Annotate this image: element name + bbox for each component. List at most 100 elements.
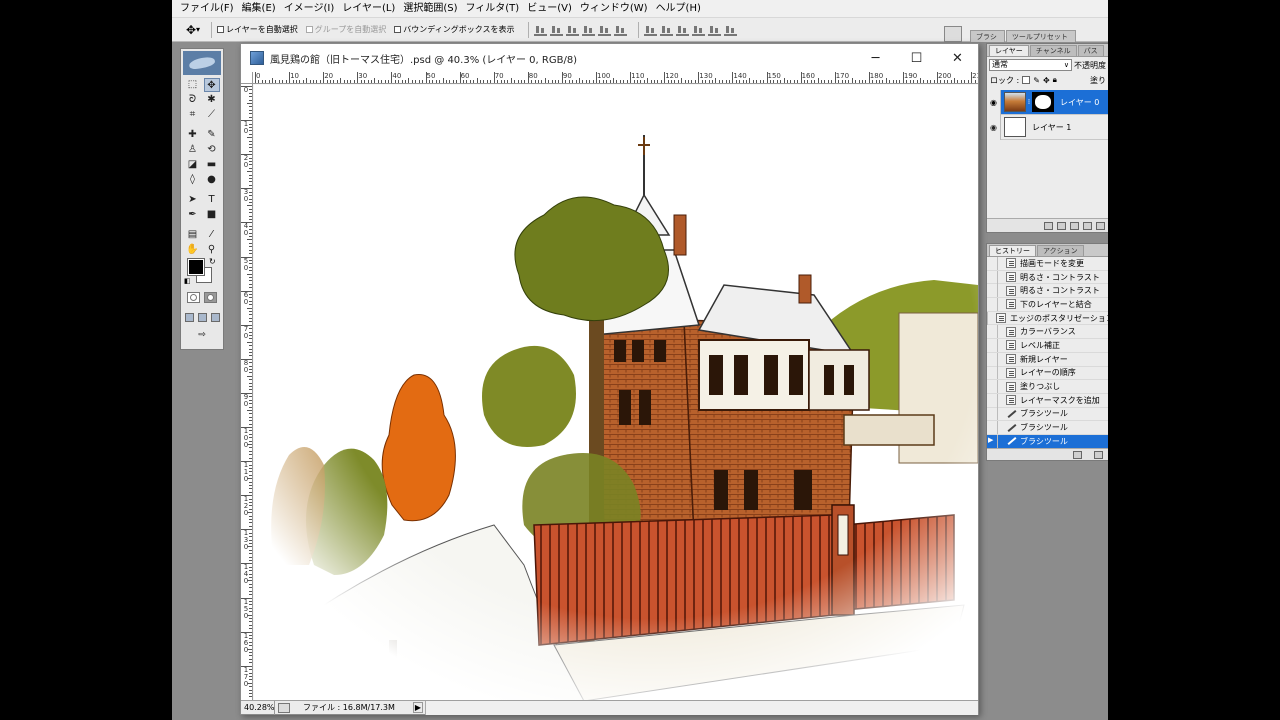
history-item[interactable]: レイヤーの順序 <box>987 366 1108 381</box>
menu-help[interactable]: ヘルプ(H) <box>652 0 705 18</box>
horizontal-scrollbar[interactable] <box>425 700 978 715</box>
menu-layer[interactable]: レイヤー(L) <box>338 0 399 18</box>
lock-transparent-pixels-checkbox[interactable] <box>1022 76 1031 84</box>
history-source-checkbox[interactable] <box>987 270 998 284</box>
palette-well-icon[interactable] <box>944 26 962 42</box>
history-source-checkbox[interactable] <box>987 393 998 407</box>
menu-filter[interactable]: フィルタ(T) <box>461 0 523 18</box>
history-source-checkbox[interactable] <box>987 256 998 270</box>
menu-window[interactable]: ウィンドウ(W) <box>576 0 652 18</box>
adobe-feather-logo[interactable] <box>183 51 221 75</box>
menu-view[interactable]: ビュー(V) <box>523 0 576 18</box>
move-tool-icon[interactable]: ✥ <box>203 77 220 92</box>
delete-state-icon[interactable] <box>1094 450 1103 459</box>
history-item[interactable]: レイヤーマスクを追加 <box>987 393 1108 408</box>
eraser-tool-icon[interactable]: ◪ <box>185 158 201 172</box>
vertical-ruler[interactable]: 01 02 03 04 05 06 07 08 09 01 0 01 1 01 … <box>241 84 253 701</box>
horizontal-ruler[interactable]: 0 10 20 30 40 50 60 70 80 90 100 110 120 130 140 150 160… <box>253 72 978 84</box>
menu-select[interactable]: 選択範囲(S) <box>399 0 461 18</box>
history-source-checkbox[interactable] <box>987 284 998 298</box>
history-item[interactable]: 明るさ・コントラスト <box>987 284 1108 299</box>
history-item[interactable]: ブラシツール <box>987 434 1108 449</box>
align-top-icon[interactable] <box>533 24 547 36</box>
tab-channels[interactable]: チャンネル <box>1029 45 1077 56</box>
auto-select-layer-checkbox[interactable]: レイヤーを自動選択 <box>217 24 298 35</box>
default-colors-icon[interactable]: ◧ <box>184 277 191 285</box>
menu-image[interactable]: イメージ(I) <box>280 0 339 18</box>
distribute-left-icon[interactable] <box>691 24 705 36</box>
add-mask-icon[interactable] <box>1070 221 1079 230</box>
status-menu-arrow-icon[interactable]: ▶ <box>413 702 423 713</box>
notes-tool-icon[interactable]: ▤ <box>185 228 201 242</box>
distribute-right-icon[interactable] <box>723 24 737 36</box>
history-item[interactable]: カラーバランス <box>987 325 1108 340</box>
history-item[interactable]: ブラシツール <box>987 407 1108 422</box>
foreground-color-swatch[interactable] <box>187 258 205 276</box>
pen-tool-icon[interactable]: ✒ <box>185 208 201 222</box>
distribute-vertical-center-icon[interactable] <box>659 24 673 36</box>
tab-paths[interactable]: パス <box>1077 45 1104 56</box>
tab-actions[interactable]: アクション <box>1037 245 1084 256</box>
history-item[interactable]: 新規レイヤー <box>987 352 1108 367</box>
tab-history[interactable]: ヒストリー <box>989 245 1036 256</box>
clone-stamp-tool-icon[interactable]: ♙ <box>185 143 201 157</box>
history-item[interactable]: 塗りつぶし <box>987 380 1108 394</box>
document-title-bar[interactable]: 風見鶏の館（旧トーマス住宅）.psd @ 40.3% (レイヤー 0, RGB/… <box>241 44 978 72</box>
image-canvas[interactable] <box>254 85 978 701</box>
history-item[interactable]: 描画モードを変更 <box>987 256 1108 271</box>
dodge-tool-icon[interactable]: ● <box>204 173 220 187</box>
full-screen-menu-mode-icon[interactable] <box>197 312 207 322</box>
distribute-bottom-icon[interactable] <box>675 24 689 36</box>
full-screen-mode-icon[interactable] <box>210 312 220 322</box>
align-horizontal-center-icon[interactable] <box>597 24 611 36</box>
close-button[interactable]: ✕ <box>937 44 978 72</box>
zoom-tool-icon[interactable]: ⚲ <box>204 243 220 257</box>
magic-wand-tool-icon[interactable]: ✱ <box>204 93 220 107</box>
show-bounding-box-checkbox[interactable]: バウンディングボックスを表示 <box>394 24 515 35</box>
move-tool-preset-picker[interactable]: ✥ ▾ <box>180 21 206 39</box>
history-source-checkbox[interactable] <box>987 352 998 366</box>
history-item[interactable]: 下のレイヤーと結合 <box>987 297 1108 312</box>
lock-image-pixels-icon[interactable]: ✎ <box>1033 76 1040 85</box>
align-right-icon[interactable] <box>613 24 627 36</box>
type-tool-icon[interactable]: T <box>204 193 220 207</box>
history-source-checkbox[interactable] <box>987 325 998 339</box>
jump-to-imageready-icon[interactable]: ⇨ <box>198 330 206 340</box>
history-brush-tool-icon[interactable]: ⟲ <box>204 143 220 157</box>
maximize-button[interactable]: ☐ <box>896 44 937 72</box>
history-item[interactable]: エッジのポスタリゼーション <box>987 311 1108 326</box>
menu-file[interactable]: ファイル(F) <box>176 0 238 18</box>
align-bottom-icon[interactable] <box>565 24 579 36</box>
distribute-top-icon[interactable] <box>643 24 657 36</box>
blend-mode-select[interactable]: 通常 <box>989 59 1072 71</box>
history-source-checkbox[interactable] <box>987 366 998 380</box>
history-source-checkbox[interactable] <box>987 380 998 394</box>
lock-all-icon[interactable]: 🔒︎ <box>1053 75 1057 85</box>
swap-colors-icon[interactable]: ↻ <box>209 257 216 266</box>
new-group-icon[interactable] <box>1096 221 1105 230</box>
layer-visibility-toggle[interactable]: ◉ <box>987 89 1001 115</box>
marquee-tool-icon[interactable]: ⬚ <box>185 78 201 92</box>
gradient-tool-icon[interactable]: ▬ <box>204 158 220 172</box>
distribute-horizontal-center-icon[interactable] <box>707 24 721 36</box>
layer-visibility-toggle[interactable]: ◉ <box>987 114 1001 140</box>
palette-well-tab-brushes[interactable]: ブラシ <box>970 30 1005 42</box>
quick-mask-mode-button[interactable] <box>204 291 217 303</box>
history-item[interactable]: レベル補正 <box>987 338 1108 353</box>
history-source-checkbox[interactable] <box>987 297 998 311</box>
standard-screen-mode-icon[interactable] <box>184 312 194 322</box>
lasso-tool-icon[interactable]: ᘐ <box>185 93 201 107</box>
layer-style-icon[interactable] <box>1057 221 1066 230</box>
auto-select-group-checkbox[interactable]: グループを自動選択 <box>305 24 386 35</box>
healing-brush-tool-icon[interactable]: ✚ <box>185 128 201 142</box>
align-vertical-center-icon[interactable] <box>549 24 563 36</box>
hand-tool-icon[interactable]: ✋ <box>185 243 201 257</box>
shape-tool-icon[interactable]: ■ <box>204 208 220 222</box>
brush-tool-icon[interactable]: ✎ <box>204 128 220 142</box>
slice-tool-icon[interactable]: ⟋ <box>204 108 220 122</box>
zoom-level-field[interactable]: 40.28% <box>241 700 275 715</box>
layer-row-layer-1[interactable]: ◉ レイヤー 1 <box>987 114 1108 140</box>
blur-tool-icon[interactable]: ◊ <box>185 173 201 187</box>
new-snapshot-icon[interactable] <box>1073 450 1082 459</box>
tab-layers[interactable]: レイヤー <box>989 45 1029 56</box>
